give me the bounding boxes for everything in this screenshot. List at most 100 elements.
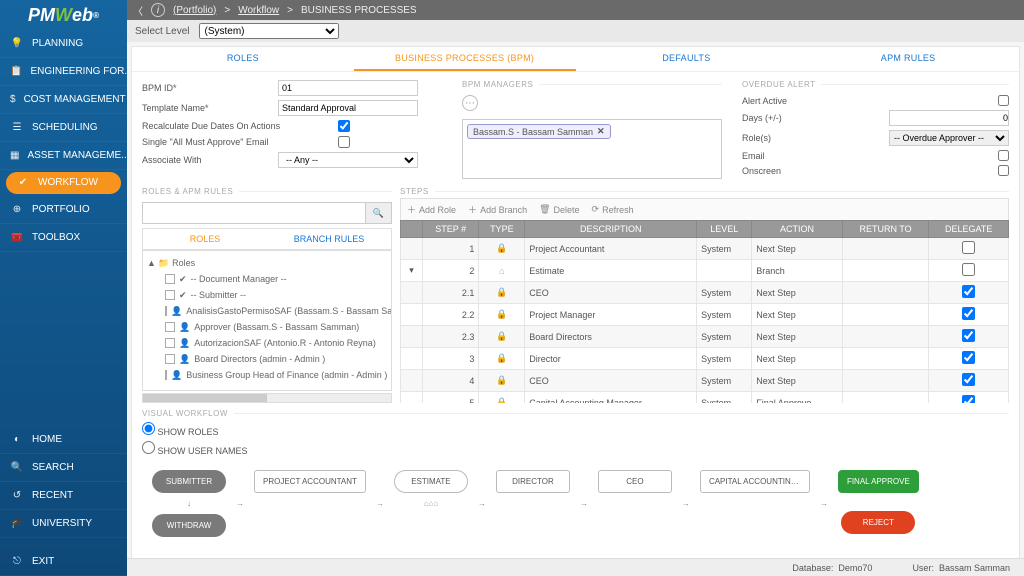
tab-business-processes-bpm-[interactable]: BUSINESS PROCESSES (BPM) [354,47,576,71]
breadcrumb-portfolio[interactable]: (Portfolio) [173,5,216,16]
tab-roles[interactable]: ROLES [132,47,354,71]
flow-pa[interactable]: PROJECT ACCOUNTANT [254,470,366,493]
branch-icon: ⌂⌂⌂ [424,499,439,508]
breadcrumb-workflow[interactable]: Workflow [238,5,279,16]
nav-portfolio[interactable]: ⊕PORTFOLIO [0,196,127,224]
bpm-id-input[interactable] [278,80,418,96]
breadcrumb-sep: > [224,5,230,16]
role-item[interactable]: 👤 Board Directors (admin - Admin ) [147,351,387,367]
roles-tree[interactable]: ▲ 📁 Roles ✔ -- Document Manager -- ✔ -- … [142,250,392,391]
level-label: Select Level [135,26,189,37]
role-item[interactable]: 👤 Approver (Bassam.S - Bassam Samman) [147,319,387,335]
delete-button[interactable]: 🗑 Delete [539,204,579,215]
nav-asset-manageme-[interactable]: ▦ASSET MANAGEME... [0,142,127,170]
table-row[interactable]: 3🔒DirectorSystemNext Step [401,348,1009,370]
delegate-checkbox[interactable] [962,307,975,320]
roles-search-input[interactable] [143,203,365,223]
roles-panel-title: ROLES & APM RULES [142,187,392,196]
overdue-onscreen-checkbox[interactable] [998,165,1009,176]
delegate-checkbox[interactable] [962,329,975,342]
role-item[interactable]: 👤 AnalisisGastoPermisoSAF (Bassam.S - Ba… [147,303,387,319]
table-row[interactable]: 2.1🔒CEOSystemNext Step [401,282,1009,304]
table-row[interactable]: 4🔒CEOSystemNext Step [401,370,1009,392]
overdue-roles-label: Role(s) [742,133,883,143]
chip-remove-icon[interactable]: ✕ [597,126,605,137]
single-checkbox[interactable] [338,136,350,148]
nav-recent[interactable]: ↺RECENT [0,482,127,510]
breadcrumb-bar: 〈 i (Portfolio) > Workflow > BUSINESS PR… [127,0,1024,20]
nav-exit[interactable]: ⎋EXIT [0,548,127,576]
table-row[interactable]: 1🔒Project AccountantSystemNext Step [401,238,1009,260]
refresh-button[interactable]: ⟳ Refresh [592,204,634,215]
delegate-checkbox[interactable] [962,263,975,276]
delegate-checkbox[interactable] [962,285,975,298]
template-input[interactable] [278,100,418,116]
flow-final[interactable]: FINAL APPROVE [838,470,919,493]
flow-reject[interactable]: REJECT [841,511,915,534]
manager-chip: Bassam.S - Bassam Samman✕ [467,124,611,139]
flow-withdraw[interactable]: WITHDRAW [152,514,226,537]
overdue-email-checkbox[interactable] [998,150,1009,161]
steps-toolbar: ＋ Add Role ＋ Add Branch 🗑 Delete ⟳ Refre… [400,198,1009,220]
table-row[interactable]: 5🔒Capital Accounting ManagerSystemFinal … [401,392,1009,404]
overdue-active-checkbox[interactable] [998,95,1009,106]
visual-title: VISUAL WORKFLOW [142,409,1009,418]
main: 〈 i (Portfolio) > Workflow > BUSINESS PR… [127,0,1024,576]
bpm-id-label: BPM ID* [142,83,272,93]
search-icon[interactable]: 🔍 [365,203,391,223]
nav-university[interactable]: 🎓UNIVERSITY [0,510,127,538]
nav-home[interactable]: ◐HOME [0,426,127,454]
role-item[interactable]: ✔ -- Submitter -- [147,287,387,303]
role-item[interactable]: ✔ -- Document Manager -- [147,271,387,287]
level-select[interactable]: (System) [199,23,339,39]
flow-cam[interactable]: CAPITAL ACCOUNTING M... [700,470,810,493]
table-row[interactable]: 2.2🔒Project ManagerSystemNext Step [401,304,1009,326]
overdue-roles-select[interactable]: -- Overdue Approver -- [889,130,1009,146]
single-label: Single "All Must Approve" Email [142,137,332,147]
assoc-label: Associate With [142,155,272,165]
overdue-days-input[interactable] [889,110,1009,126]
nav-toolbox[interactable]: 🧰TOOLBOX [0,224,127,252]
table-row[interactable]: 2.3🔒Board DirectorsSystemNext Step [401,326,1009,348]
delegate-checkbox[interactable] [962,373,975,386]
show-roles-radio[interactable]: SHOW ROLES [142,422,1009,437]
flow-director[interactable]: DIRECTOR [496,470,570,493]
add-role-button[interactable]: ＋ Add Role [407,203,456,216]
delegate-checkbox[interactable] [962,241,975,254]
managers-box[interactable]: Bassam.S - Bassam Samman✕ [462,119,722,179]
recalc-label: Recalculate Due Dates On Actions [142,121,332,131]
tree-scrollbar[interactable] [142,393,392,403]
level-bar: Select Level (System) [127,20,1024,42]
back-icon[interactable]: 〈 [133,3,143,18]
nav-engineering-for-[interactable]: 📋ENGINEERING FOR... [0,58,127,86]
nav-workflow[interactable]: ✔WORKFLOW [6,172,121,194]
managers-more-icon[interactable]: ⋯ [462,95,478,111]
nav-search[interactable]: 🔍SEARCH [0,454,127,482]
flow-ceo[interactable]: CEO [598,470,672,493]
delegate-checkbox[interactable] [962,395,975,403]
role-item[interactable]: 👤 AutorizacionSAF (Antonio.R - Antonio R… [147,335,387,351]
nav-planning[interactable]: 💡PLANNING [0,30,127,58]
flow-submitter[interactable]: SUBMITTER [152,470,226,493]
subtab-branch-rules[interactable]: BRANCH RULES [267,229,391,249]
delegate-checkbox[interactable] [962,351,975,364]
recalc-checkbox[interactable] [338,120,350,132]
tab-apm-rules[interactable]: APM RULES [797,47,1019,71]
add-branch-button[interactable]: ＋ Add Branch [468,203,527,216]
info-icon[interactable]: i [151,3,165,17]
assoc-select[interactable]: -- Any -- [278,152,418,168]
nav-cost-management[interactable]: $COST MANAGEMENT [0,86,127,114]
flow-estimate[interactable]: ESTIMATE [394,470,468,493]
show-users-radio[interactable]: SHOW USER NAMES [142,441,1009,456]
nav-scheduling[interactable]: ☰SCHEDULING [0,114,127,142]
table-row[interactable]: ▾2⌂EstimateBranch [401,260,1009,282]
overdue-title: OVERDUE ALERT [742,80,1009,89]
managers-title: BPM MANAGERS [462,80,722,89]
steps-title: STEPS [400,187,1009,196]
breadcrumb-sep2: > [287,5,293,16]
breadcrumb-current: BUSINESS PROCESSES [301,5,417,16]
tab-defaults[interactable]: DEFAULTS [576,47,798,71]
subtab-roles[interactable]: ROLES [143,229,267,249]
role-item[interactable]: 👤 Business Group Head of Finance (admin … [147,367,387,383]
template-label: Template Name* [142,103,272,113]
